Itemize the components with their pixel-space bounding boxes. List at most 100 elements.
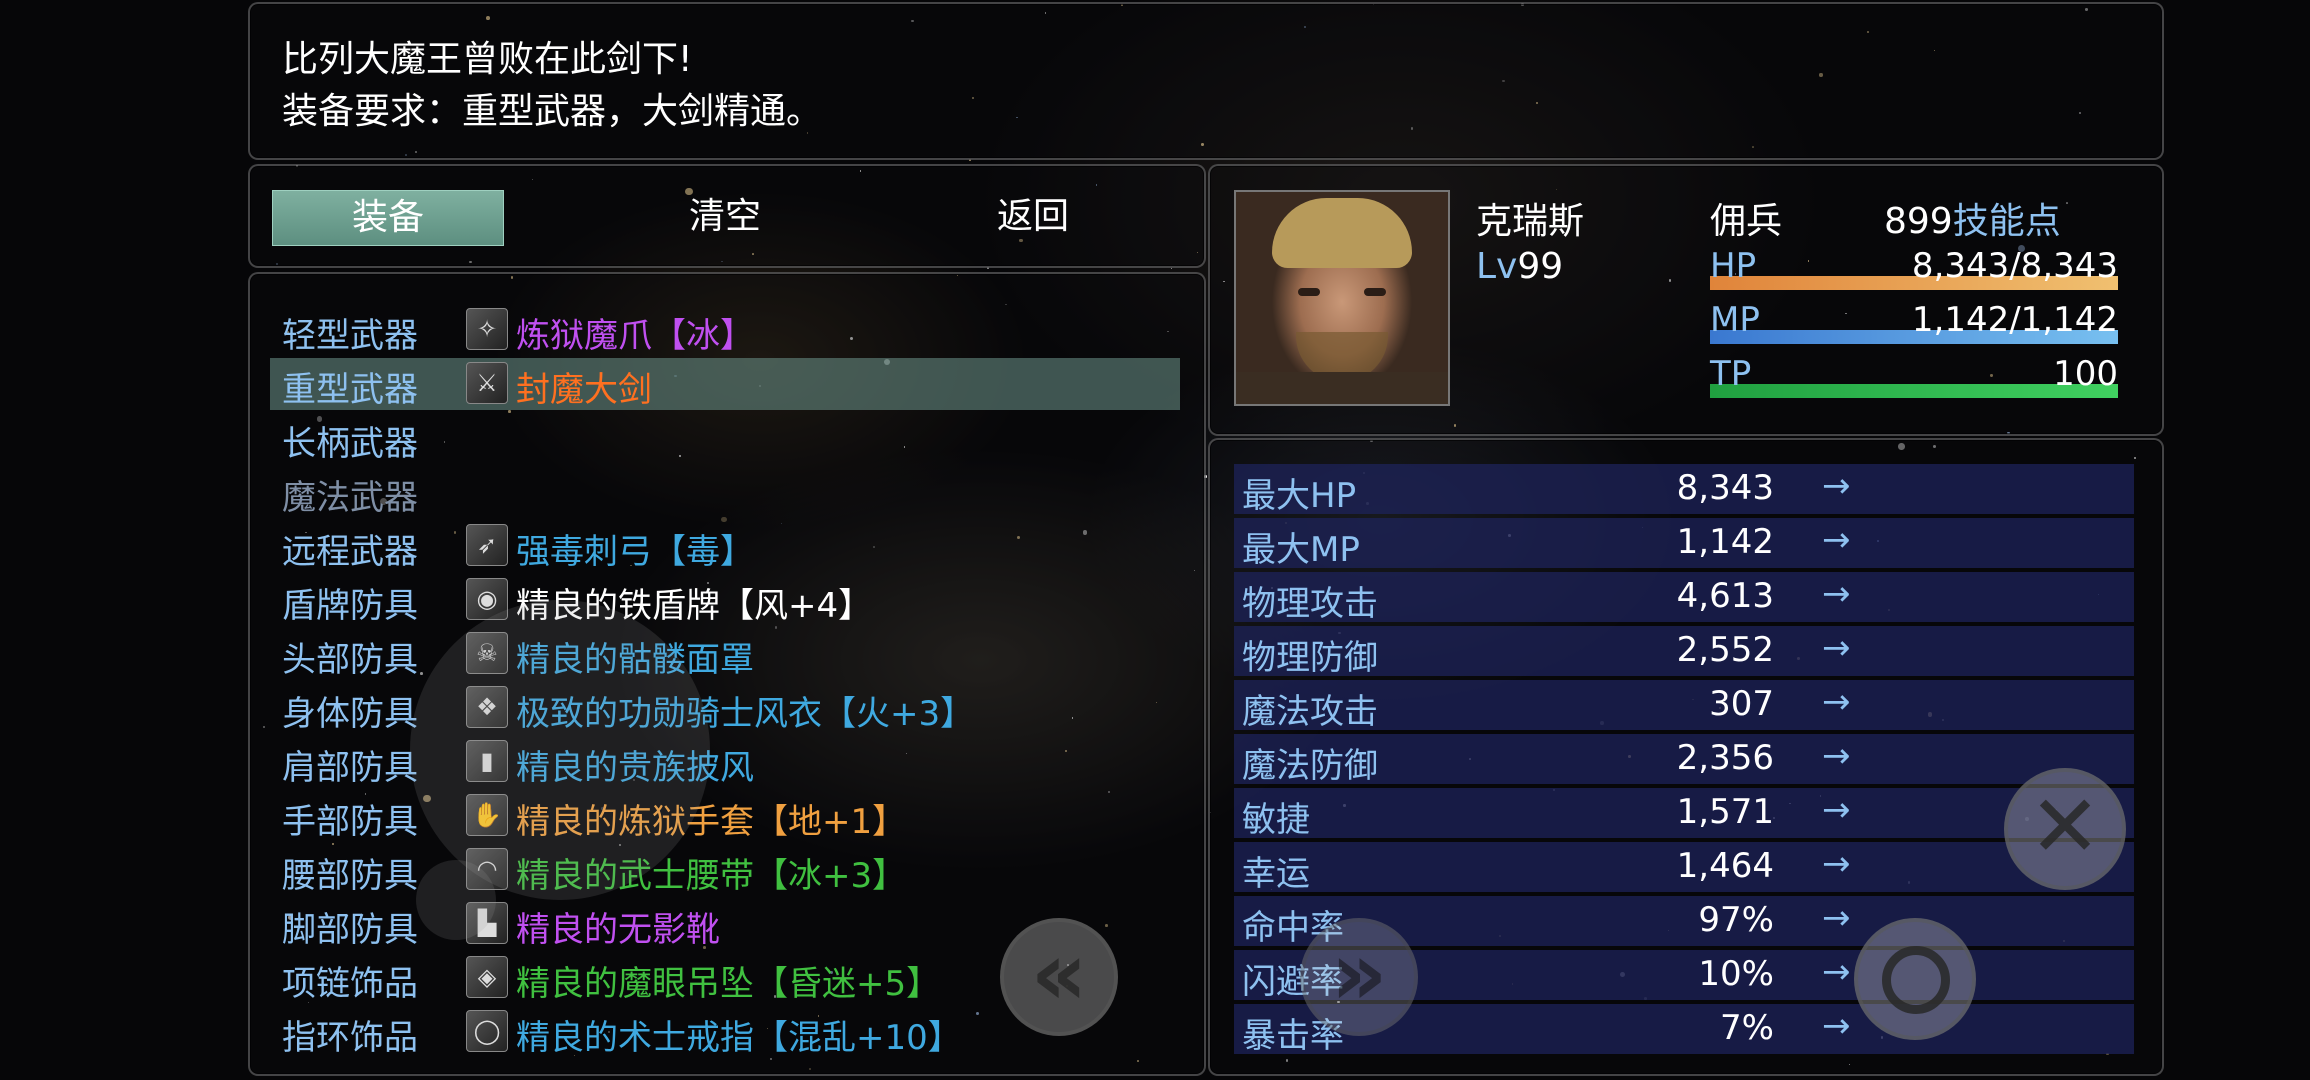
equipped-item-name: 精良的术士戒指【混乱+10】 xyxy=(516,1018,962,1058)
param-value: 2,356 xyxy=(1676,738,1774,778)
slot-name: 头部防具 xyxy=(282,640,418,680)
equip-slot-row[interactable]: 魔法武器 xyxy=(270,466,1180,518)
equipped-item-name: 精良的魔眼吊坠【昏迷+5】 xyxy=(516,964,941,1004)
help-text-line-1: 比列大魔王曾败在此剑下! xyxy=(282,39,693,80)
right-arrow-icon: → xyxy=(1822,790,1851,830)
actor-name: 克瑞斯 xyxy=(1476,201,1585,242)
right-arrow-icon: → xyxy=(1822,574,1851,614)
skill-points: 899技能点 xyxy=(1884,192,2061,244)
actor-face-portrait xyxy=(1234,190,1450,406)
command-window: 装备 清空 返回 xyxy=(248,164,1206,268)
slot-name: 脚部防具 xyxy=(282,910,418,950)
slot-name: 远程武器 xyxy=(282,532,418,572)
equip-slot-row[interactable]: 重型武器 ⚔ 封魔大剑 xyxy=(270,358,1180,410)
slot-name: 盾牌防具 xyxy=(282,586,418,626)
help-text-line-2: 装备要求：重型武器，大剑精通。 xyxy=(282,91,823,132)
right-arrow-icon: → xyxy=(1822,952,1851,992)
right-arrow-icon: → xyxy=(1822,898,1851,938)
mp-gauge: MP 1,142/1,142 xyxy=(1710,300,2118,348)
param-name: 魔法攻击 xyxy=(1242,692,1378,732)
param-value: 307 xyxy=(1709,684,1774,724)
param-name: 幸运 xyxy=(1242,854,1310,894)
right-arrow-icon: → xyxy=(1822,628,1851,668)
command-equip[interactable]: 装备 xyxy=(272,190,504,246)
param-name: 魔法防御 xyxy=(1242,746,1378,786)
slot-name: 项链饰品 xyxy=(282,964,418,1004)
sword-icon: ⚔ xyxy=(466,362,508,404)
param-row: 魔法攻击 307 → xyxy=(1234,680,2134,732)
param-value: 1,571 xyxy=(1676,792,1774,832)
param-value: 4,613 xyxy=(1676,576,1774,616)
bow-icon: ➶ xyxy=(466,524,508,566)
param-value: 1,142 xyxy=(1676,522,1774,562)
equip-slot-row[interactable]: 手部防具 ✋ 精良的炼狱手套【地+1】 xyxy=(270,790,1180,842)
param-row: 物理防御 2,552 → xyxy=(1234,626,2134,678)
command-clear[interactable]: 清空 xyxy=(610,190,840,244)
slot-name: 重型武器 xyxy=(282,370,418,410)
actor-class: 佣兵 xyxy=(1710,201,1783,242)
param-value: 7% xyxy=(1720,1008,1774,1048)
help-window: 比列大魔王曾败在此剑下! 装备要求：重型武器，大剑精通。 xyxy=(248,2,2164,160)
param-value: 2,552 xyxy=(1676,630,1774,670)
equip-slot-row[interactable]: 盾牌防具 ◉ 精良的铁盾牌【风+4】 xyxy=(270,574,1180,626)
equip-slot-row[interactable]: 腰部防具 ◠ 精良的武士腰带【冰+3】 xyxy=(270,844,1180,896)
tp-gauge: TP 100 xyxy=(1710,354,2118,402)
param-row: 最大MP 1,142 → xyxy=(1234,518,2134,570)
confirm-circle-icon[interactable] xyxy=(1854,918,1976,1040)
slot-name: 肩部防具 xyxy=(282,748,418,788)
double-chevron-left-icon[interactable]: « xyxy=(1000,918,1118,1036)
param-row: 物理攻击 4,613 → xyxy=(1234,572,2134,624)
param-name: 物理防御 xyxy=(1242,638,1378,678)
param-value: 1,464 xyxy=(1676,846,1774,886)
slot-name: 指环饰品 xyxy=(282,1018,418,1058)
hp-value: 8,343/8,343 xyxy=(1911,246,2118,286)
dpad-overlay[interactable] xyxy=(410,600,710,900)
right-arrow-icon: → xyxy=(1822,520,1851,560)
param-name: 敏捷 xyxy=(1242,800,1310,840)
equip-slot-row[interactable]: 头部防具 ☠ 精良的骷髅面罩 xyxy=(270,628,1180,680)
param-value: 97% xyxy=(1698,900,1774,940)
param-row: 魔法防御 2,356 → xyxy=(1234,734,2134,786)
right-arrow-icon: → xyxy=(1822,736,1851,776)
equip-slot-row[interactable]: 肩部防具 ▮ 精良的贵族披风 xyxy=(270,736,1180,788)
param-name: 物理攻击 xyxy=(1242,584,1378,624)
right-arrow-icon: → xyxy=(1822,844,1851,884)
right-arrow-icon: → xyxy=(1822,466,1851,506)
hp-gauge: HP 8,343/8,343 xyxy=(1710,246,2118,294)
equip-slot-row[interactable]: 长柄武器 xyxy=(270,412,1180,464)
close-icon[interactable]: ✕ xyxy=(2004,768,2126,890)
slot-name: 长柄武器 xyxy=(282,424,418,464)
command-return[interactable]: 返回 xyxy=(918,190,1148,244)
double-chevron-right-icon[interactable]: » xyxy=(1300,918,1418,1036)
equip-slot-row[interactable]: 轻型武器 ✧ 炼狱魔爪【冰】 xyxy=(270,304,1180,356)
skill-points-label: 技能点 xyxy=(1952,201,2061,242)
slot-name: 腰部防具 xyxy=(282,856,418,896)
param-value: 10% xyxy=(1698,954,1774,994)
param-value: 8,343 xyxy=(1676,468,1774,508)
mp-value: 1,142/1,142 xyxy=(1911,300,2118,340)
mp-label: MP xyxy=(1710,300,1760,340)
param-row: 敏捷 1,571 → xyxy=(1234,788,2134,840)
pendant-icon: ◈ xyxy=(466,956,508,998)
right-arrow-icon: → xyxy=(1822,682,1851,722)
equip-slot-row[interactable]: 远程武器 ➶ 强毒刺弓【毒】 xyxy=(270,520,1180,572)
dpad-down-left[interactable] xyxy=(416,860,496,940)
param-row: 最大HP 8,343 → xyxy=(1234,464,2134,516)
slot-name: 身体防具 xyxy=(282,694,418,734)
tp-label: TP xyxy=(1710,354,1752,394)
level-value: 99 xyxy=(1517,246,1564,287)
actor-status-window: 克瑞斯 Lv99 佣兵 899技能点 HP 8,343/8,343 MP 1,1… xyxy=(1208,164,2164,436)
slot-name: 轻型武器 xyxy=(282,316,418,356)
slot-name: 手部防具 xyxy=(282,802,418,842)
hp-label: HP xyxy=(1710,246,1757,286)
equipped-item-name: 强毒刺弓【毒】 xyxy=(516,532,754,572)
ring-icon: ◯ xyxy=(466,1010,508,1052)
param-row: 幸运 1,464 → xyxy=(1234,842,2134,894)
slot-name: 魔法武器 xyxy=(282,478,418,518)
equip-slot-row[interactable]: 身体防具 ❖ 极致的功勋骑士风衣【火+3】 xyxy=(270,682,1180,734)
right-arrow-icon: → xyxy=(1822,1006,1851,1046)
claw-icon: ✧ xyxy=(466,308,508,350)
equipped-item-name: 炼狱魔爪【冰】 xyxy=(516,316,754,356)
param-name: 最大MP xyxy=(1242,530,1360,570)
level-label: Lv xyxy=(1476,246,1518,287)
